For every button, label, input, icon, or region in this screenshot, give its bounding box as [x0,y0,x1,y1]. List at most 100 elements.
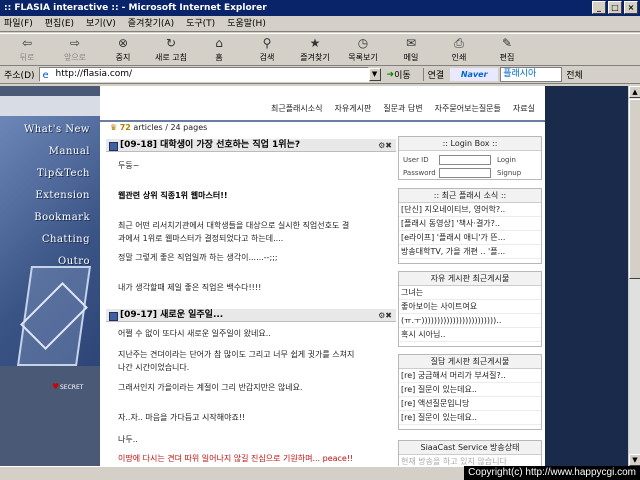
list-item[interactable]: [e라이프] '플래시 애니'가 뜬... [399,231,541,245]
edit-button[interactable]: ✎ 편집 [486,36,528,63]
vertical-scrollbar[interactable]: ▲ ▼ [628,86,640,466]
top-navigation: 최근플래시소식 자유게시판 질문과 답변 자주묻어보는질문들 자료실 [100,96,545,122]
menu-bar: 파일(F) 편집(E) 보기(V) 즐겨찾기(A) 도구(T) 도움말(H) [0,16,640,32]
copyright-watermark: Copyright(c) http://www.happycgi.com [464,466,640,480]
post-title[interactable]: [09-17] 새로운 일주일... ⚙✖ [106,309,396,322]
print-icon: ⎙ [454,36,464,50]
list-item[interactable]: [re] 질문이 있는데요.. [399,383,541,397]
list-item[interactable]: [플래시 동영상] '책사·결가?.. [399,217,541,231]
stop-button[interactable]: ⊗ 중지 [102,36,144,63]
signup-button[interactable]: Signup [497,169,521,177]
password-input[interactable] [439,168,491,178]
post-line: 그래서인지 가을이라는 계절이 그리 반갑지만은 않네요. [118,383,303,392]
news-box: :: 최근 플래시 소식 :: [단신] 지오네이티브, 영어학?.. [플래시… [398,188,542,264]
refresh-icon: ↻ [165,36,177,50]
search-input[interactable]: 플래시아 [500,67,563,82]
maximize-button[interactable]: □ [608,1,622,14]
post-line: 정말 그렇게 좋은 직업일까 하는 생각이......--;;; [118,253,278,262]
links-button[interactable]: 연결 [422,68,444,81]
history-button[interactable]: ◷ 목록보기 [342,36,384,63]
menu-whats-new[interactable]: What's New [24,124,90,135]
forward-arrow-icon: ⇨ [69,36,81,50]
nav-qna[interactable]: 질문과 답변 [383,103,422,114]
stop-icon: ⊗ [117,36,129,50]
list-item[interactable]: 그녀는 [399,286,541,300]
password-label: Password [403,169,436,177]
forward-button[interactable]: ⇨ 앞으로 [54,36,96,63]
fullview-button[interactable]: 전체 [566,68,583,81]
naver-logo[interactable]: Naver [450,68,499,81]
back-arrow-icon: ⇦ [21,36,33,50]
menu-edit[interactable]: 편집(E) [45,16,74,31]
list-item[interactable]: [단신] 지오네이티브, 영어학?.. [399,203,541,217]
list-item[interactable]: 혹시 시아님.. [399,328,541,342]
post-line: 지난주는 견뎌이라는 단어가 참 많이도 그리고 너무 쉽게 귓가를 스쳐지 [118,350,355,359]
post-line: 나간 시간이었습니다. [118,363,190,372]
address-bar: 주소(D) e http://flasia.com/ ▼ ➜ 이동 연결 Naver… [0,66,640,84]
article-count: ♛ 72 articles / 24 pages [110,123,208,132]
menu-tip-tech[interactable]: Tip&Tech [37,168,90,179]
mail-icon: ✉ [405,36,417,50]
go-button[interactable]: ➜ 이동 [386,68,411,82]
refresh-button[interactable]: ↻ 새로 고침 [150,36,192,63]
menu-view[interactable]: 보기(V) [86,16,116,31]
home-button[interactable]: ⌂ 홈 [198,36,240,63]
menu-tools[interactable]: 도구(T) [186,16,215,31]
secret-link[interactable]: SECRET [60,384,83,391]
post-line: 어쩔 수 없이 또다시 새로운 일주일이 왔네요.. [118,329,271,338]
scroll-down-button[interactable]: ▼ [629,454,640,466]
login-box: :: Login Box :: User ID Login Password Sig… [398,136,542,180]
qna-box-title: 질답 게시판 최근게시물 [399,355,541,369]
scroll-up-button[interactable]: ▲ [629,86,640,98]
search-button[interactable]: ⚲ 검색 [246,36,288,63]
list-item[interactable]: [re] 액션질문입니당 [399,397,541,411]
nav-archive[interactable]: 자료실 [513,103,535,114]
menu-file[interactable]: 파일(F) [4,16,33,31]
post-edit-delete-icon[interactable]: ⚙✖ [378,309,392,322]
close-button[interactable]: × [624,1,638,14]
cast-box: SiaaCast Service 방송상태 현재 방송을 하고 있지 않습니다 [398,440,542,466]
post-line: 나두.. [118,435,138,444]
list-item[interactable]: 방송대학TV, 가을 개편 .. '플... [399,245,541,259]
list-item[interactable]: [re] 궁금해서 머리가 부셔질?.. [399,369,541,383]
menu-help[interactable]: 도움말(H) [227,16,266,31]
favorites-button[interactable]: ★ 즐겨찾기 [294,36,336,63]
trophy-icon: ♛ [110,123,118,132]
list-item[interactable]: (ㅠ.ㅜ)))))))))))))))))))))))).. [399,314,541,328]
menu-manual[interactable]: Manual [49,146,90,157]
home-icon: ⌂ [215,36,223,50]
list-item[interactable]: 좋아보이는 사이트여요 [399,300,541,314]
favorites-icon: ★ [309,36,321,50]
cast-status: 현재 방송을 하고 있지 않습니다 [399,455,541,466]
post-title[interactable]: [09-18] 대학생이 가장 선호하는 직업 1위는? ⚙✖ [106,139,396,152]
address-input[interactable]: e http://flasia.com/ [38,67,369,82]
freeboard-box-title: 자유 게시판 최근게시물 [399,272,541,286]
user-id-label: User ID [403,156,429,164]
menu-chatting[interactable]: Chatting [42,234,90,245]
menu-favorites[interactable]: 즐겨찾기(A) [128,16,174,31]
nav-free-board[interactable]: 자유게시판 [335,103,372,114]
back-button[interactable]: ⇦ 뒤로 [6,36,48,63]
toolbar: ⇦ 뒤로 ⇨ 앞으로 ⊗ 중지 ↻ 새로 고침 ⌂ 홈 ⚲ 검색 ★ 즐겨찾기 ◷ 목록보기 ✉… [0,33,640,66]
scroll-thumb[interactable] [629,99,640,279]
login-button[interactable]: Login [497,156,516,164]
cast-box-title: SiaaCast Service 방송상태 [399,441,541,455]
user-id-input[interactable] [439,155,491,165]
list-item[interactable]: [re] 질문이 있는데요.. [399,411,541,425]
print-button[interactable]: ⎙ 인쇄 [438,36,480,63]
address-dropdown-button[interactable]: ▼ [368,68,381,81]
post-line: 과에서 1위로 웹마스터가 결정되었다고 하는데.... [118,234,284,243]
nav-faq[interactable]: 자주묻어보는질문들 [435,103,501,114]
minimize-button[interactable]: _ [592,1,606,14]
news-box-title: :: 최근 플래시 소식 :: [399,189,541,203]
post-edit-delete-icon[interactable]: ⚙✖ [378,139,392,152]
menu-extension[interactable]: Extension [35,190,90,201]
qna-box: 질답 게시판 최근게시물 [re] 궁금해서 머리가 부셔질?.. [re] 질… [398,354,542,430]
edit-icon: ✎ [501,36,513,50]
mail-button[interactable]: ✉ 메일 [390,36,432,63]
window-title: :: FLASIA interactive :: - Microsoft Int… [4,3,267,13]
nav-recent-news[interactable]: 최근플래시소식 [271,103,323,114]
post-line: 최근 어떤 리서치기관에서 대학생들을 대상으로 실시한 직업선호도 결 [118,221,350,230]
menu-bookmark[interactable]: Bookmark [34,212,90,223]
go-arrow-icon: ➜ [386,69,395,80]
